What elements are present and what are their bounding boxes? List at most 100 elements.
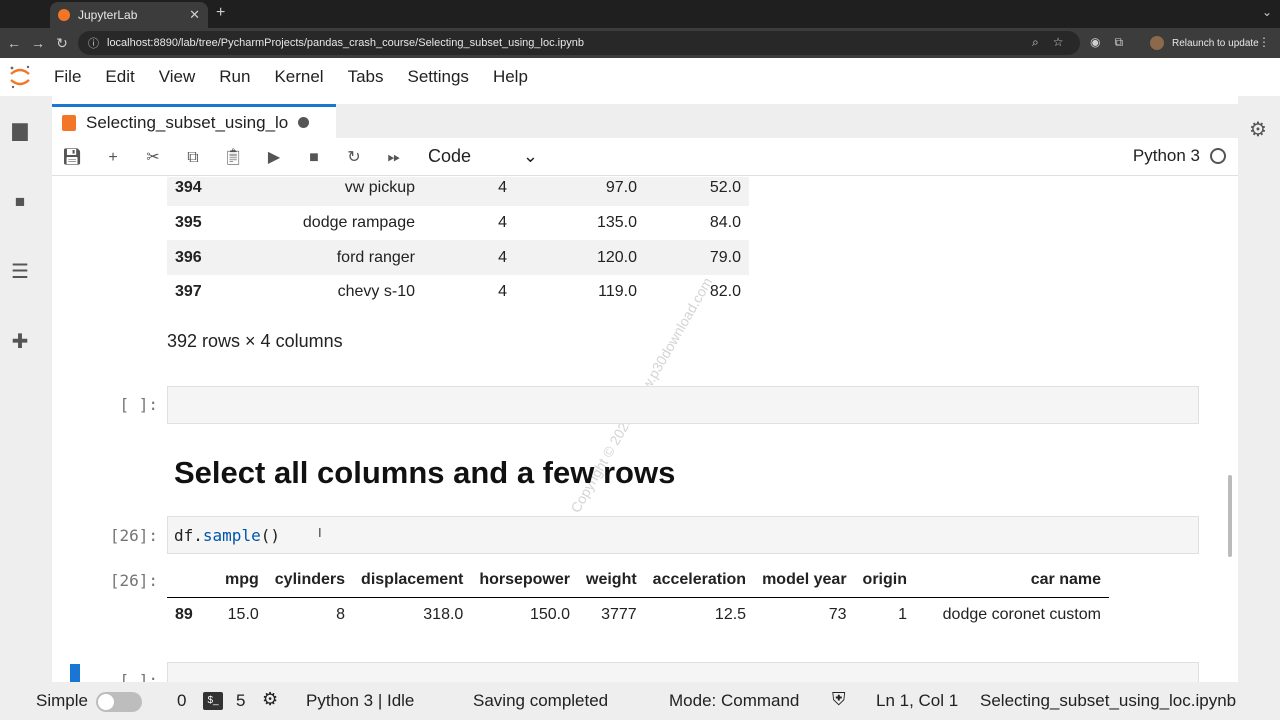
table-cell: 1	[898, 606, 907, 624]
menu-kernel[interactable]: Kernel	[274, 67, 323, 87]
save-status: Saving completed	[473, 691, 609, 710]
table-cell: 97.0	[605, 179, 637, 197]
back-icon[interactable]: ←	[2, 35, 26, 51]
insert-cell-icon[interactable]: +	[103, 148, 123, 168]
table-row: 394 vw pickup 4 97.0 52.0	[167, 177, 749, 206]
reload-icon[interactable]: ↻	[50, 35, 74, 52]
url-field[interactable]: ⓘ localhost:8890/lab/tree/PycharmProject…	[78, 31, 1080, 55]
extension-manager-icon[interactable]: ✚	[8, 330, 32, 354]
chevron-down-icon[interactable]: ⌄	[1262, 5, 1272, 19]
active-cell-indicator	[70, 664, 80, 682]
table-cell: 79.0	[709, 248, 741, 266]
extensions-puzzle-icon[interactable]: ⧉	[1114, 35, 1123, 50]
url-text: localhost:8890/lab/tree/PycharmProjects/…	[107, 37, 584, 49]
menu-bar: File Edit View Run Kernel Tabs Settings …	[0, 58, 1280, 96]
browser-tab-strip: JupyterLab ✕ + ⌄	[0, 0, 1280, 28]
browser-tab[interactable]: JupyterLab ✕	[50, 2, 208, 28]
notebook-mode[interactable]: Mode: Command	[669, 691, 799, 711]
table-cell: 12.5	[714, 606, 747, 624]
copy-icon[interactable]: ⧉	[183, 148, 203, 168]
terminal-icon[interactable]: $_	[203, 692, 223, 710]
table-cell: ford ranger	[336, 248, 415, 266]
menu-edit[interactable]: Edit	[105, 67, 134, 87]
cut-icon[interactable]: ✂	[143, 148, 163, 168]
output-prompt: [26]:	[109, 571, 158, 590]
tab-notebook[interactable]: Selecting_subset_using_lo	[52, 104, 336, 138]
kernel-indicator[interactable]: Python 3	[1133, 146, 1226, 166]
relaunch-button[interactable]: Relaunch to update	[1150, 33, 1259, 53]
table-cell: 3777	[601, 606, 637, 624]
notebook-scrollbar[interactable]	[1228, 177, 1232, 682]
forward-icon[interactable]: →	[26, 35, 50, 51]
notebook-toolbar: 💾︎ + ✂ ⧉ 📋︎ ▶ ■ ↻ ⏩︎ Code ⌄ Python 3	[52, 138, 1238, 176]
table-cell: 4	[498, 248, 507, 266]
scrollbar-thumb[interactable]	[1228, 475, 1232, 557]
sample-dataframe: mpg cylinders displacement horsepower we…	[167, 563, 1109, 633]
code-cell-input[interactable]: df.sample()	[167, 516, 1199, 554]
new-tab-icon[interactable]: +	[216, 4, 225, 22]
notebook-tab-title: Selecting_subset_using_lo	[86, 112, 289, 132]
table-cell: dodge rampage	[302, 214, 415, 232]
terminal-count: 0	[177, 691, 187, 710]
save-icon[interactable]: 💾︎	[62, 148, 82, 168]
avatar[interactable]	[1150, 36, 1164, 50]
bookmark-star-icon[interactable]: ☆	[1053, 35, 1064, 50]
menu-help[interactable]: Help	[493, 67, 528, 87]
text-cursor-icon: I	[318, 525, 322, 540]
run-icon[interactable]: ▶	[264, 148, 284, 168]
close-tab-icon[interactable]: ✕	[189, 7, 200, 23]
extension-icon[interactable]: ◉	[1090, 35, 1100, 50]
status-filename: Selecting_subset_using_loc.ipynb	[980, 691, 1237, 710]
kernel-status[interactable]: Python 3 | Idle	[306, 691, 414, 711]
main-dock-area: Selecting_subset_using_lo 💾︎ + ✂ ⧉ 📋︎ ▶ …	[52, 96, 1238, 682]
property-inspector-gear-icon[interactable]: ⚙	[1246, 118, 1270, 142]
markdown-heading[interactable]: Select all columns and a few rows	[174, 455, 675, 491]
browser-menu-icon[interactable]: ⋮	[1258, 35, 1270, 49]
cell-prompt: [26]:	[109, 526, 158, 545]
simple-mode-toggle[interactable]	[96, 692, 142, 712]
row-index: 397	[175, 283, 202, 301]
column-header	[167, 563, 217, 598]
code-line: df.sample()	[174, 526, 280, 545]
menu-file[interactable]: File	[54, 67, 81, 87]
cell-type-select[interactable]: Code ⌄	[428, 146, 538, 167]
cursor-position[interactable]: Ln 1, Col 1	[876, 691, 958, 711]
table-of-contents-icon[interactable]: ☰	[8, 260, 32, 284]
site-info-icon[interactable]: ⓘ	[88, 35, 99, 51]
table-cell: 318.0	[423, 606, 464, 624]
table-cell: 52.0	[709, 179, 741, 197]
jupyter-logo-icon[interactable]	[8, 64, 32, 90]
table-cell: 15.0	[227, 606, 259, 624]
menu-tabs[interactable]: Tabs	[348, 67, 384, 87]
next-code-cell[interactable]	[167, 662, 1199, 682]
code-text: df.	[174, 526, 203, 545]
folder-icon[interactable]: ▆	[8, 118, 32, 142]
trust-shield-icon[interactable]: ⛨	[832, 689, 846, 710]
menu-view[interactable]: View	[159, 67, 196, 87]
code-text: ()	[260, 526, 280, 545]
notebook-panel[interactable]: Copyright © 2025 - www.p30download.com 3…	[52, 177, 1228, 682]
kernel-chip-icon[interactable]: ⚙	[262, 689, 278, 710]
running-terminals-icon[interactable]: ⏹	[8, 190, 32, 214]
kernel-status-icon	[1210, 148, 1226, 164]
empty-code-cell[interactable]	[167, 386, 1199, 424]
browser-tab-title: JupyterLab	[78, 8, 138, 22]
table-cell: 150.0	[529, 606, 570, 624]
jupyter-favicon-icon	[58, 9, 70, 21]
column-header: origin	[854, 563, 915, 598]
run-all-icon[interactable]: ⏩︎	[384, 148, 404, 168]
menu-settings[interactable]: Settings	[408, 67, 469, 87]
zoom-icon[interactable]: ⌕	[1032, 35, 1039, 50]
restart-icon[interactable]: ↻	[344, 148, 364, 168]
stop-icon[interactable]: ■	[304, 148, 324, 168]
paste-icon[interactable]: 📋︎	[223, 148, 243, 168]
table-cell: 120.0	[596, 248, 637, 266]
unsaved-dot-icon[interactable]	[298, 117, 310, 128]
simple-mode-label: Simple	[36, 691, 88, 710]
output-dataframe: 394 vw pickup 4 97.0 52.0 395 dodge ramp…	[167, 177, 749, 310]
tab-strip	[336, 104, 1238, 138]
relaunch-label: Relaunch to update	[1172, 37, 1259, 49]
chevron-down-icon: ⌄	[522, 146, 538, 166]
menu-run[interactable]: Run	[219, 67, 250, 87]
column-header: acceleration	[644, 563, 755, 598]
